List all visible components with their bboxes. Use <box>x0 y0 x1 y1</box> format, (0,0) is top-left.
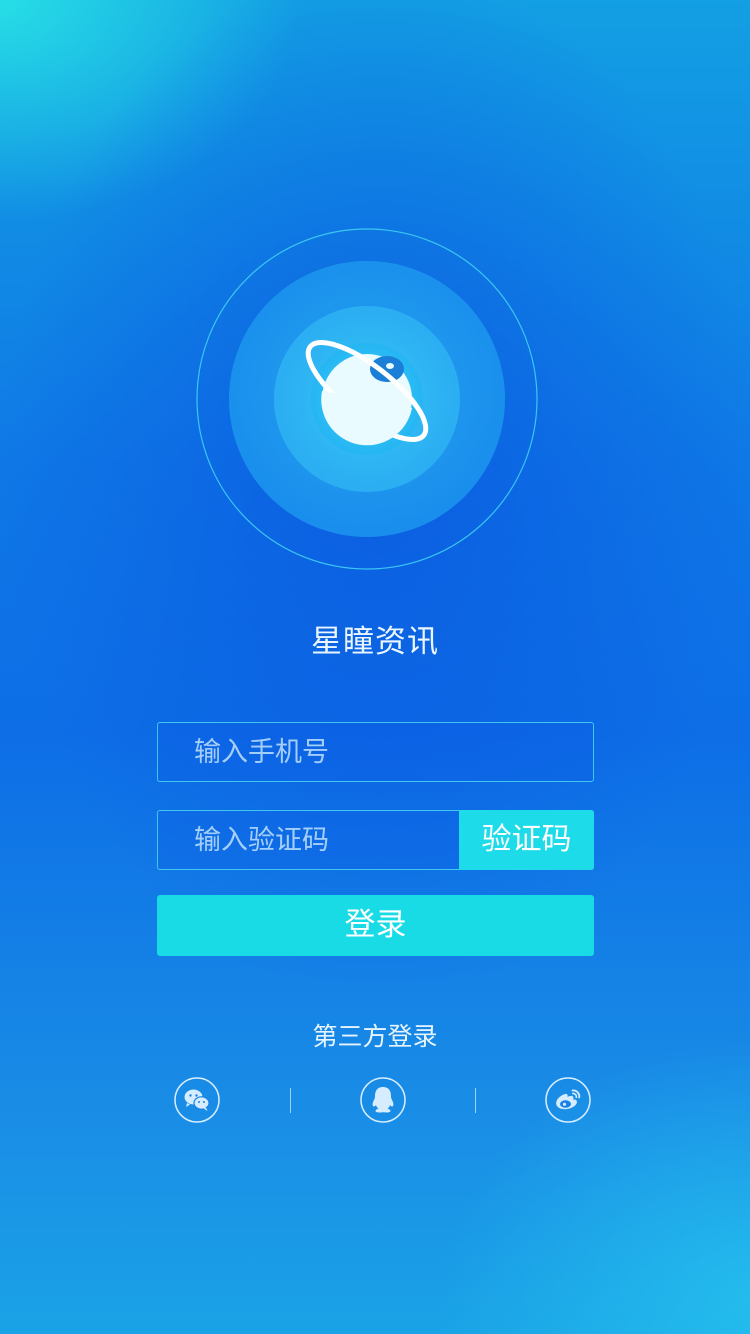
weibo-login-button[interactable] <box>545 1077 591 1123</box>
app-title: 星瞳资讯 <box>311 624 439 660</box>
planet-eye-icon <box>196 228 538 570</box>
divider <box>475 1088 476 1113</box>
weibo-icon <box>545 1077 591 1123</box>
wechat-login-button[interactable] <box>174 1077 220 1123</box>
login-button[interactable]: 登录 <box>157 895 594 956</box>
qq-login-button[interactable] <box>360 1077 406 1123</box>
get-code-button[interactable]: 验证码 <box>459 810 594 870</box>
verification-code-input[interactable] <box>158 811 460 869</box>
wechat-icon <box>174 1077 220 1123</box>
app-logo <box>196 228 538 570</box>
phone-field <box>157 722 594 782</box>
third-party-login-title: 第三方登录 <box>312 1022 438 1051</box>
qq-icon <box>360 1077 406 1123</box>
divider <box>290 1088 291 1113</box>
code-field: 验证码 <box>157 810 594 870</box>
phone-input[interactable] <box>158 723 593 781</box>
